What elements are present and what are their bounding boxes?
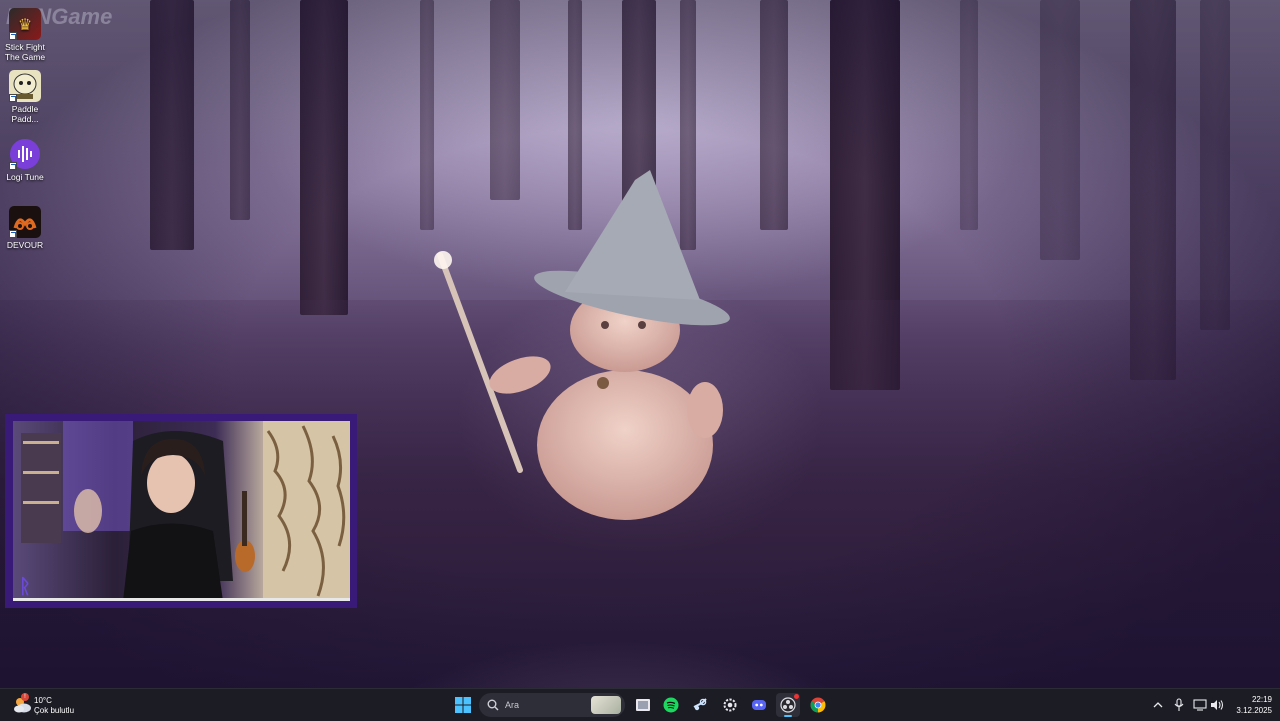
tray-clock[interactable]: 22:19 3.12.2025: [1228, 693, 1272, 717]
webcam-bottom-bar: [13, 598, 350, 601]
windows-start-icon: [455, 697, 471, 713]
weather-condition: Çok bulutlu: [34, 706, 75, 715]
logi-tune-icon: [9, 138, 41, 170]
taskbar-discord[interactable]: [747, 693, 771, 717]
microphone-icon: [1174, 698, 1184, 711]
chevron-up-icon: [1153, 702, 1163, 708]
taskbar-spotify[interactable]: [659, 693, 683, 717]
stick-fight-game-icon: ♛: [9, 8, 41, 40]
weather-temperature: 10°C: [34, 696, 52, 705]
taskbar: ! 10°C Çok bulutlu Ara 22:19 3.12.2025: [0, 688, 1280, 721]
search-placeholder: Ara: [505, 700, 520, 710]
desktop-icon-label: Logi Tune: [6, 172, 44, 182]
task-view-button[interactable]: [631, 693, 655, 717]
desktop-icon-stick-fight[interactable]: ♛ Stick Fight The Game: [4, 8, 46, 62]
paddle-paddle-icon: [9, 70, 41, 102]
desktop-icon-label: DEVOUR: [6, 240, 44, 250]
desktop-icon-logi-tune[interactable]: Logi Tune: [4, 138, 46, 182]
svg-text:ᚱ: ᚱ: [19, 576, 31, 598]
taskbar-steam[interactable]: [688, 693, 712, 717]
task-view-icon: [636, 699, 650, 711]
taskbar-chrome[interactable]: [806, 693, 830, 717]
weather-widget[interactable]: ! 10°C Çok bulutlu: [8, 692, 88, 718]
desktop-icon-label: Stick Fight The Game: [4, 42, 46, 62]
settings-icon: [723, 698, 737, 712]
desktop-icon-devour[interactable]: DEVOUR: [4, 206, 46, 250]
webcam-overlay: ᚱ: [5, 414, 357, 608]
weather-alert-badge: !: [21, 693, 29, 701]
clock-time: 22:19: [1251, 695, 1272, 704]
volume-icon: [1211, 700, 1224, 710]
svg-text:♛: ♛: [18, 17, 32, 34]
chrome-icon: [810, 697, 826, 713]
active-app-indicator: [784, 715, 792, 717]
devour-icon: [9, 206, 41, 238]
search-icon: [487, 699, 499, 711]
taskbar-obs[interactable]: [776, 693, 800, 717]
network-icon: [1193, 699, 1207, 711]
taskbar-search[interactable]: Ara: [479, 693, 625, 717]
recording-indicator: [794, 694, 799, 699]
tray-network[interactable]: [1191, 693, 1209, 717]
desktop-icon-label: Paddle Padd...: [11, 104, 39, 124]
clock-date: 3.12.2025: [1236, 706, 1272, 715]
taskbar-settings[interactable]: [718, 693, 742, 717]
tray-microphone[interactable]: [1170, 693, 1188, 717]
start-button[interactable]: [451, 693, 475, 717]
spotify-icon: [663, 697, 679, 713]
steam-icon: [693, 698, 707, 711]
obs-icon: [780, 697, 796, 713]
tray-volume[interactable]: [1208, 693, 1226, 717]
tray-overflow-button[interactable]: [1150, 693, 1166, 717]
webcam-feed: ᚱ: [13, 421, 350, 601]
discord-icon: [752, 700, 766, 710]
desktop-icon-paddle-paddle[interactable]: Paddle Padd...: [4, 70, 46, 124]
search-highlight-image: [591, 696, 621, 714]
